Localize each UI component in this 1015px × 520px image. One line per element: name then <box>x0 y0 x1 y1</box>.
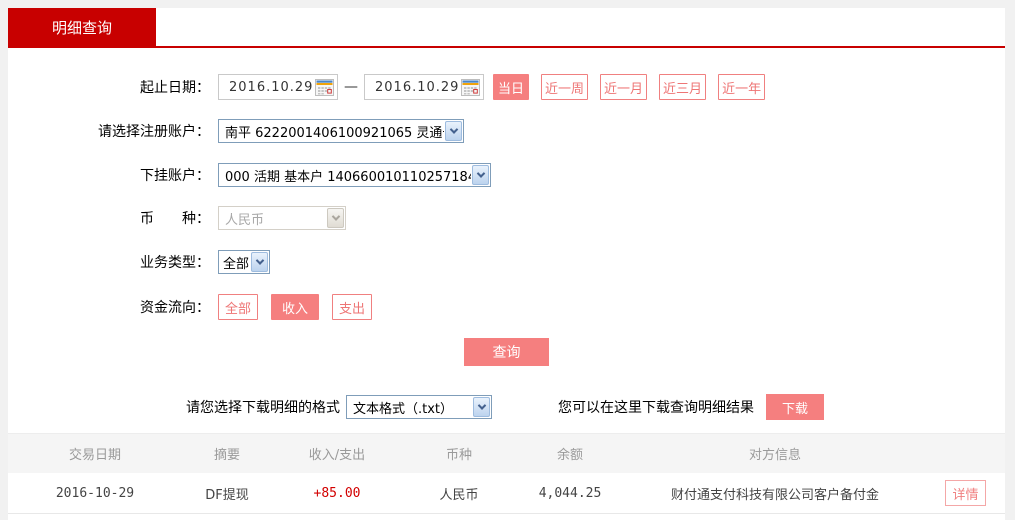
business-type-row: 业务类型： 全部 <box>8 249 270 275</box>
sub-account-value: 000 活期 基本户 1406600101102571848 <box>225 169 471 185</box>
register-account-label: 请选择注册账户： <box>98 124 210 140</box>
quick-range-quarter-button[interactable]: 近三月 <box>659 74 707 100</box>
currency-row: 币 种： 人民币 <box>8 205 346 231</box>
col-header-date: 交易日期 <box>68 448 121 463</box>
col-header-balance: 余额 <box>556 448 583 463</box>
date-range-label: 起止日期： <box>140 80 210 96</box>
cell-summary: DF提现 <box>205 487 249 503</box>
content-panel: 明细查询 起止日期： 2016.10.29 — 2016.10.29 当日 近一… <box>8 8 1005 520</box>
chevron-down-icon[interactable] <box>445 121 462 141</box>
register-account-row: 请选择注册账户： 南平 6222001406100921065 灵通卡 <box>8 118 464 144</box>
col-header-amount: 收入/支出 <box>308 448 366 463</box>
quick-range-today-button[interactable]: 当日 <box>493 74 530 100</box>
register-account-select[interactable]: 南平 6222001406100921065 灵通卡 <box>218 119 464 143</box>
cell-date: 2016-10-29 <box>55 485 135 501</box>
date-from-value: 2016.10.29 <box>229 79 314 95</box>
cell-balance: 4,044.25 <box>538 485 602 501</box>
download-hint: 您可以在这里下载查询明细结果 <box>558 400 754 416</box>
calendar-icon[interactable] <box>315 78 334 96</box>
sub-account-label: 下挂账户： <box>140 168 210 184</box>
chevron-down-icon[interactable] <box>472 165 489 185</box>
cell-amount: +85.00 <box>313 485 361 501</box>
business-type-value: 全部 <box>223 256 250 272</box>
download-format-select[interactable]: 文本格式（.txt） <box>346 395 492 419</box>
business-type-label: 业务类型： <box>140 255 210 271</box>
download-format-label: 请您选择下载明细的格式 <box>186 400 340 416</box>
col-header-counterparty: 对方信息 <box>748 448 801 463</box>
detail-query-page: 明细查询 起止日期： 2016.10.29 — 2016.10.29 当日 近一… <box>0 0 1015 520</box>
date-from-input[interactable]: 2016.10.29 <box>218 74 338 100</box>
register-account-value: 南平 6222001406100921065 灵通卡 <box>225 125 444 141</box>
fund-flow-label: 资金流向： <box>140 300 210 316</box>
fund-flow-row: 资金流向： 全部 收入 支出 <box>8 294 373 320</box>
sub-account-select[interactable]: 000 活期 基本户 1406600101102571848 <box>218 163 491 187</box>
download-row: 请您选择下载明细的格式 文本格式（.txt） 您可以在这里下载查询明细结果 下载 <box>186 394 824 420</box>
download-format-value: 文本格式（.txt） <box>353 401 454 417</box>
calendar-icon[interactable] <box>461 78 480 96</box>
results-table: 交易日期 摘要 收入/支出 币种 余额 对方信息 2016-10-29 DF提现… <box>8 433 1005 514</box>
table-row: 2016-10-29 DF提现 +85.00 人民币 4,044.25 财付通支… <box>8 473 1005 514</box>
fund-flow-all-button[interactable]: 全部 <box>218 294 259 320</box>
chevron-down-icon[interactable] <box>473 397 490 417</box>
col-header-summary: 摘要 <box>213 448 240 463</box>
date-separator: — <box>344 79 358 95</box>
sub-account-row: 下挂账户： 000 活期 基本户 1406600101102571848 <box>8 162 491 188</box>
tab-detail-query[interactable]: 明细查询 <box>8 8 156 46</box>
quick-range-month-button[interactable]: 近一月 <box>600 74 648 100</box>
cell-currency: 人民币 <box>439 487 479 503</box>
chevron-down-icon <box>327 208 344 228</box>
currency-label: 币 种： <box>140 211 210 227</box>
business-type-select[interactable]: 全部 <box>218 250 270 274</box>
fund-flow-expense-button[interactable]: 支出 <box>332 294 373 320</box>
quick-range-week-button[interactable]: 近一周 <box>541 74 589 100</box>
cell-counterparty: 财付通支付科技有限公司客户备付金 <box>670 487 879 503</box>
fund-flow-income-button[interactable]: 收入 <box>271 294 320 320</box>
cell-actions: 详情 <box>926 480 1005 506</box>
date-range-row: 起止日期： 2016.10.29 — 2016.10.29 当日 近一周 近一月… <box>8 74 766 100</box>
col-header-currency: 币种 <box>445 448 472 463</box>
chevron-down-icon[interactable] <box>251 252 268 272</box>
download-button[interactable]: 下载 <box>766 394 824 420</box>
table-header-row: 交易日期 摘要 收入/支出 币种 余额 对方信息 <box>8 433 1005 473</box>
date-to-input[interactable]: 2016.10.29 <box>364 74 484 100</box>
currency-select: 人民币 <box>218 206 346 230</box>
currency-value: 人民币 <box>225 212 265 228</box>
query-button[interactable]: 查询 <box>464 338 549 366</box>
date-to-value: 2016.10.29 <box>375 79 460 95</box>
tab-underline <box>8 46 1005 48</box>
quick-range-year-button[interactable]: 近一年 <box>718 74 766 100</box>
tab-label: 明细查询 <box>51 18 112 37</box>
detail-button[interactable]: 详情 <box>945 480 986 506</box>
